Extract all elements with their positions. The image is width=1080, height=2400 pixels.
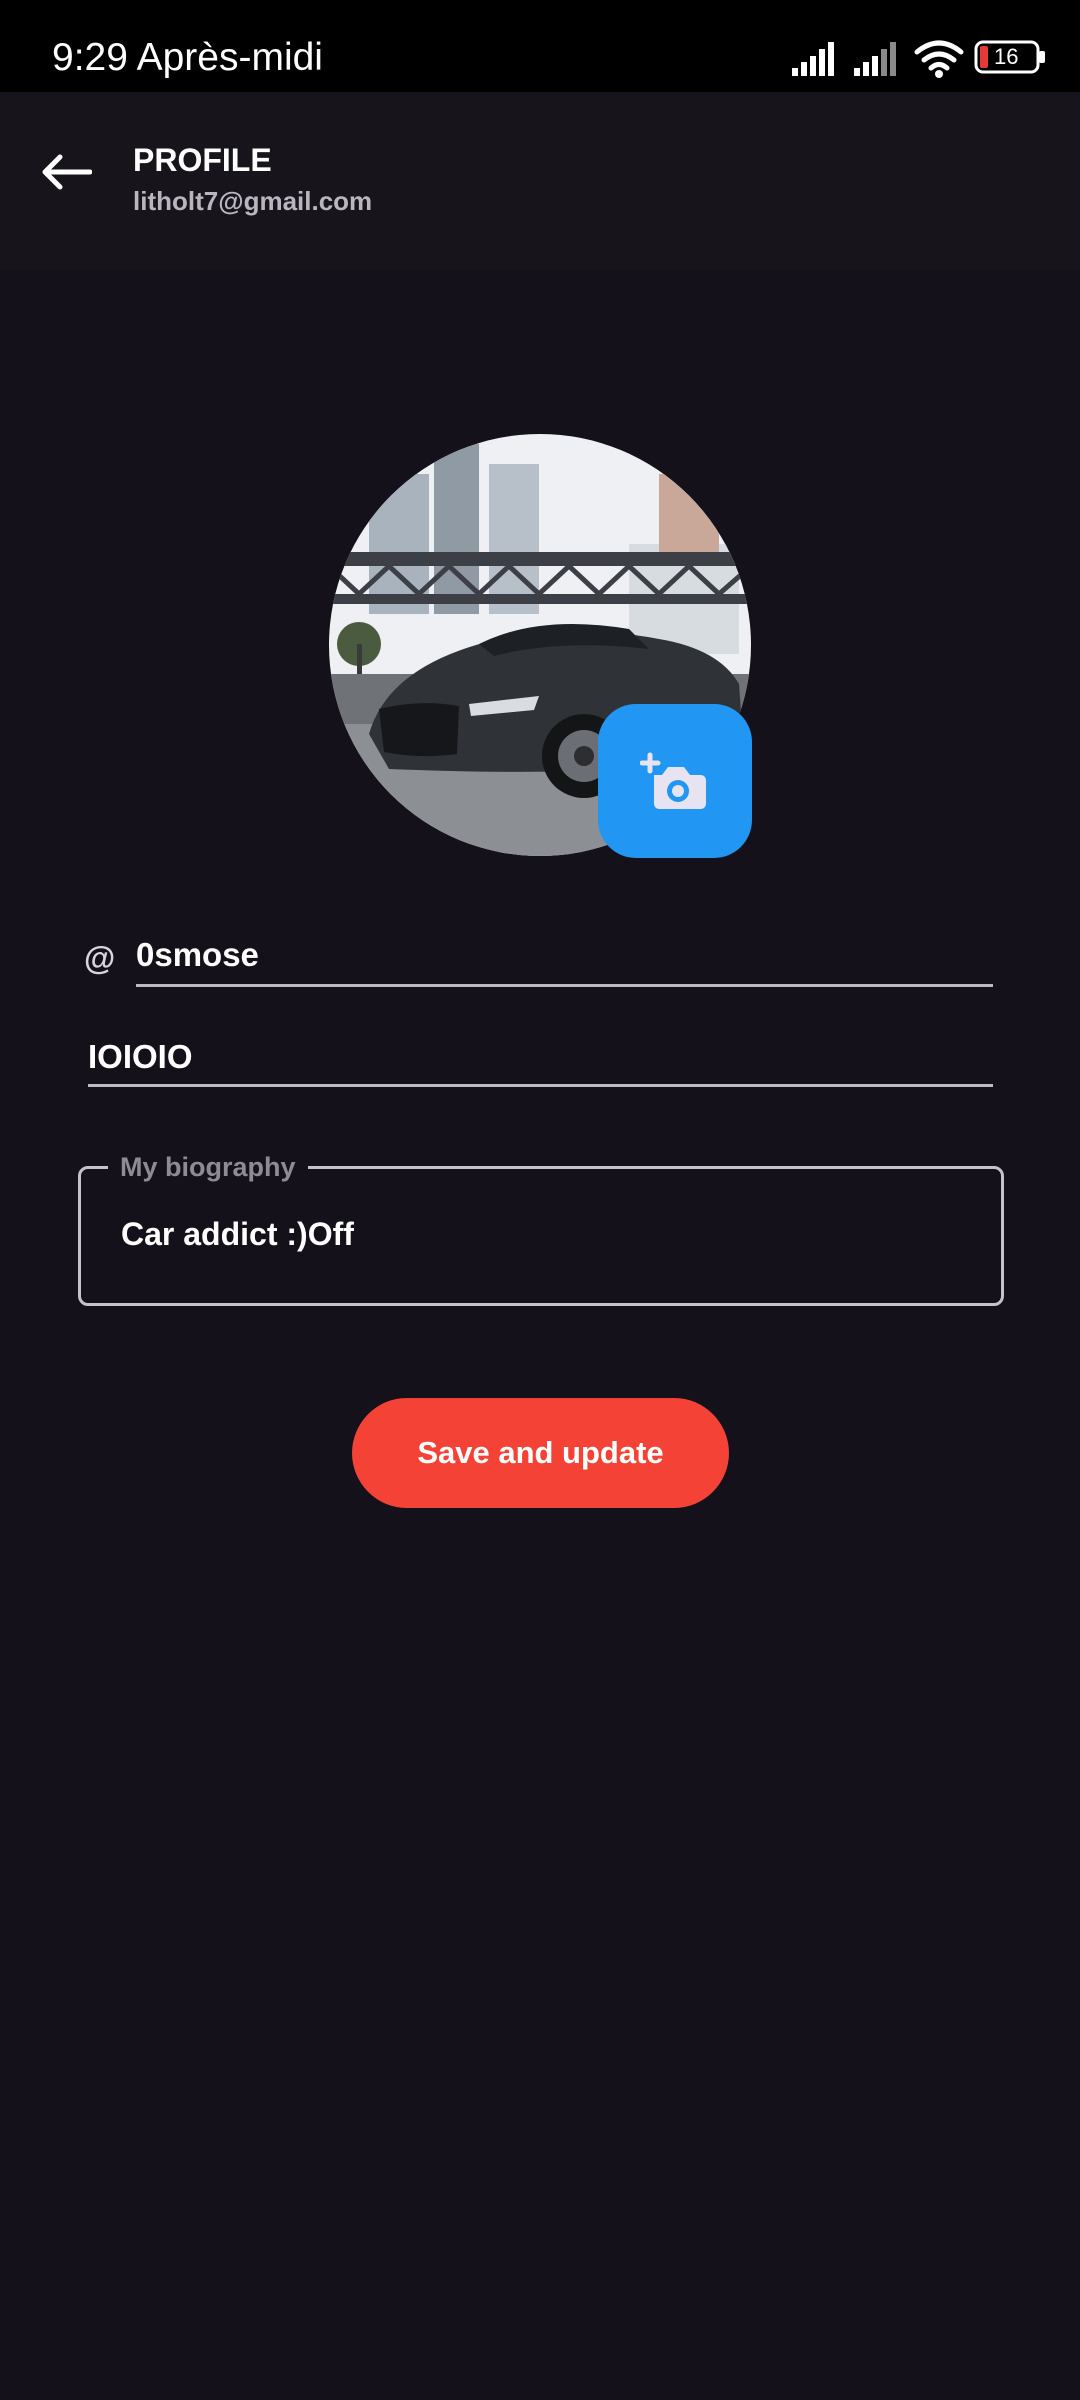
- signal-icon: [854, 42, 896, 76]
- name-underline: [88, 1084, 993, 1087]
- back-button[interactable]: [30, 136, 102, 208]
- status-bar: 9:29 Après-midi 16: [0, 0, 1080, 92]
- add-photo-icon: [640, 752, 706, 809]
- status-time: 9:29 Après-midi: [52, 36, 323, 79]
- username-underline: [136, 984, 993, 987]
- signal-icon: [792, 42, 834, 76]
- status-icons: 16: [790, 40, 1050, 80]
- arrow-left-icon: [42, 154, 92, 190]
- battery-level: 16: [994, 44, 1019, 69]
- name-input[interactable]: IOIOIO: [88, 1038, 193, 1076]
- account-email: litholt7@gmail.com: [133, 186, 373, 216]
- username-input[interactable]: 0smose: [136, 936, 259, 974]
- app-header: PROFILE litholt7@gmail.com: [0, 92, 1080, 270]
- wifi-icon: [914, 40, 964, 78]
- save-button[interactable]: Save and update: [352, 1398, 729, 1508]
- biography-input[interactable]: Car addict :)Off: [121, 1216, 354, 1253]
- biography-label: My biography: [108, 1152, 308, 1183]
- at-sign-icon: @: [84, 940, 116, 976]
- change-photo-button[interactable]: [598, 704, 752, 858]
- page-title: PROFILE: [133, 142, 272, 178]
